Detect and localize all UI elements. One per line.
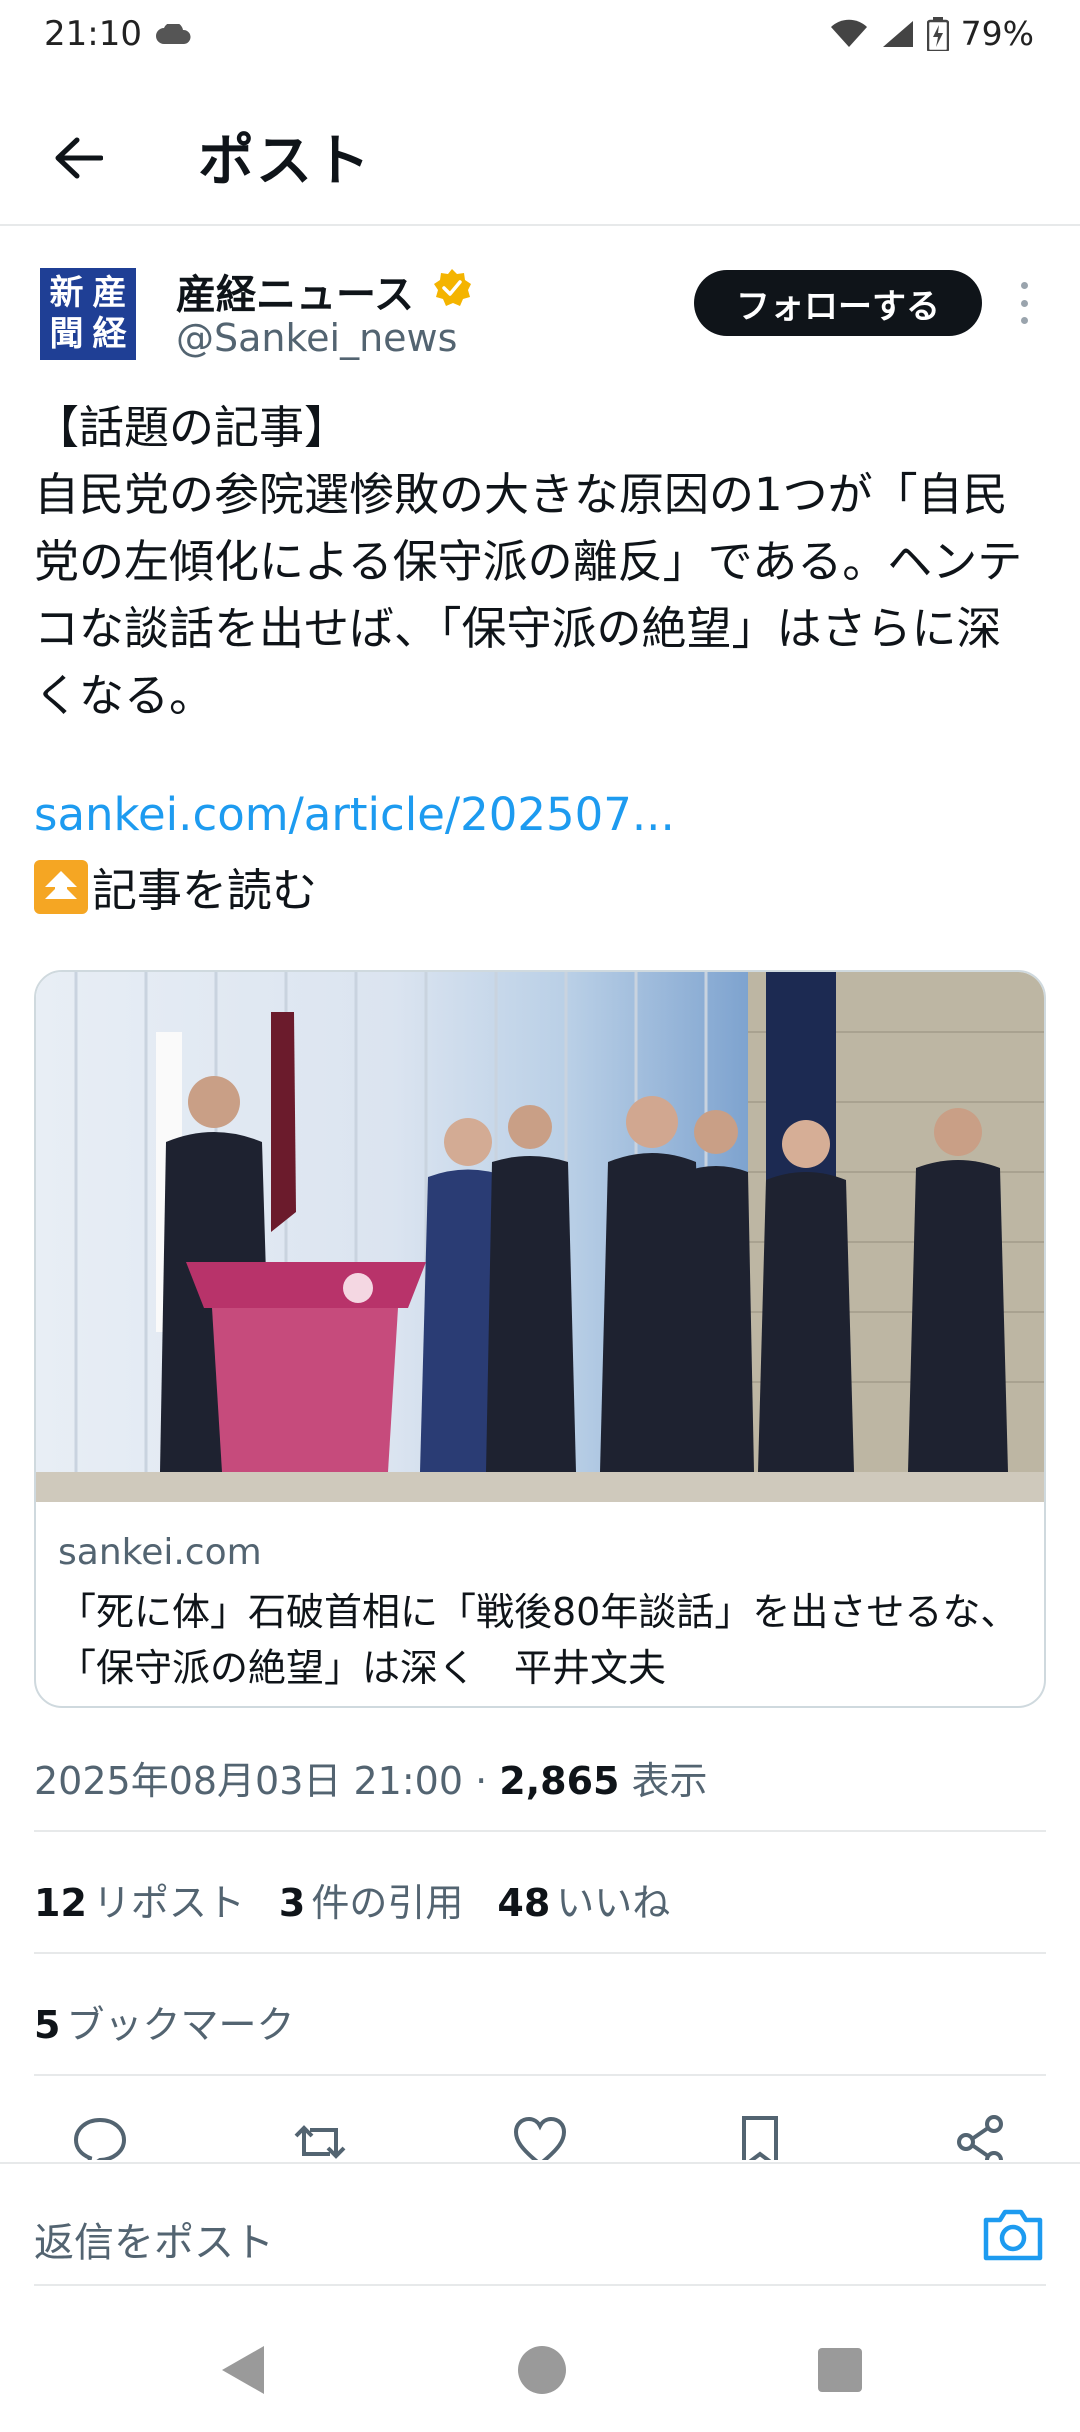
- repost-icon[interactable]: [290, 2112, 350, 2160]
- link-card[interactable]: sankei.com 「死に体」石破首相に「戦後80年談話」を出させるな、「保守…: [34, 970, 1046, 1708]
- quotes-label: 件の引用: [311, 1881, 464, 1925]
- avatar[interactable]: 新 産 聞 経: [40, 268, 136, 360]
- divider: [34, 2284, 1046, 2286]
- up-arrow-icon: [34, 859, 88, 914]
- nav-home-icon[interactable]: [518, 2346, 566, 2394]
- article-link[interactable]: sankei.com/article/202507...: [34, 788, 675, 841]
- page-title: ポスト: [198, 129, 372, 194]
- author-name[interactable]: 産経ニュース: [176, 262, 414, 320]
- wifi-icon: [830, 19, 867, 47]
- battery-percent: 79%: [960, 14, 1034, 53]
- bookmarks-label: ブックマーク: [66, 2003, 295, 2047]
- read-article-line: 記事を読む: [34, 854, 317, 919]
- avatar-char: 聞: [49, 314, 84, 354]
- likes-stat[interactable]: 48 いいね: [497, 1872, 670, 1927]
- bookmarks-count: 5: [34, 2003, 61, 2047]
- avatar-char: 新: [49, 273, 84, 313]
- post-datetime: 2025年08月03日 21:00 ·: [34, 1759, 500, 1803]
- quotes-count: 3: [278, 1881, 306, 1925]
- status-time: 21:10: [44, 14, 142, 54]
- likes-label: いいね: [556, 1881, 671, 1925]
- divider: [34, 1830, 1046, 1832]
- nav-back-icon[interactable]: [218, 2342, 268, 2398]
- view-count-label: 表示: [619, 1759, 708, 1803]
- card-domain: sankei.com: [58, 1532, 262, 1573]
- signal-icon: [882, 20, 913, 47]
- verified-badge-icon[interactable]: [432, 268, 472, 308]
- article-photo: [36, 972, 1044, 1502]
- cloud-icon: [156, 24, 191, 44]
- status-indicators: 79%: [829, 14, 1034, 53]
- reply-icon[interactable]: [70, 2112, 130, 2160]
- camera-icon[interactable]: [980, 2204, 1046, 2264]
- divider: [0, 2162, 1080, 2164]
- heart-icon[interactable]: [510, 2112, 570, 2160]
- reposts-count: 12: [34, 1881, 87, 1925]
- top-app-bar: ポスト: [0, 80, 1080, 226]
- share-icon[interactable]: [950, 2112, 1010, 2160]
- arrow-left-icon: [55, 137, 103, 179]
- divider: [34, 2074, 1046, 2076]
- read-article-label: 記事を読む: [92, 864, 318, 917]
- bookmark-icon[interactable]: [730, 2112, 790, 2160]
- reply-input[interactable]: 返信をポスト: [34, 2210, 274, 2268]
- back-button[interactable]: [40, 120, 116, 196]
- reposts-label: リポスト: [92, 1881, 245, 1925]
- bookmarks-stat[interactable]: 5 ブックマーク: [34, 1994, 294, 2049]
- reposts-stat[interactable]: 12 リポスト: [34, 1872, 245, 1927]
- divider: [34, 1952, 1046, 1954]
- card-title: 「死に体」石破首相に「戦後80年談話」を出させるな、「保守派の絶望」は深く 平井…: [58, 1590, 1019, 1690]
- header-divider: [0, 224, 1080, 226]
- follow-button[interactable]: フォローする: [694, 270, 982, 336]
- post-timestamp: 2025年08月03日 21:00 · 2,865 表示: [34, 1750, 708, 1805]
- nav-recents-icon[interactable]: [818, 2348, 862, 2392]
- author-handle[interactable]: @Sankei_news: [176, 316, 457, 360]
- likes-count: 48: [497, 1881, 551, 1925]
- more-options-icon[interactable]: [1012, 276, 1036, 330]
- avatar-char: 経: [92, 314, 127, 354]
- action-bar: [34, 2112, 1046, 2160]
- status-bar: 21:10 79%: [0, 0, 1080, 70]
- avatar-char: 産: [92, 273, 127, 313]
- engagement-stats: 12 リポスト 3 件の引用 48 いいね: [34, 1872, 670, 1927]
- view-count: 2,865: [499, 1759, 620, 1803]
- tweet-text: 【話題の記事】 自民党の参院選惨敗の大きな原因の1つが「自民党の左傾化による保守…: [34, 401, 1023, 722]
- battery-icon: [926, 16, 949, 51]
- quotes-stat[interactable]: 3 件の引用: [279, 1872, 463, 1927]
